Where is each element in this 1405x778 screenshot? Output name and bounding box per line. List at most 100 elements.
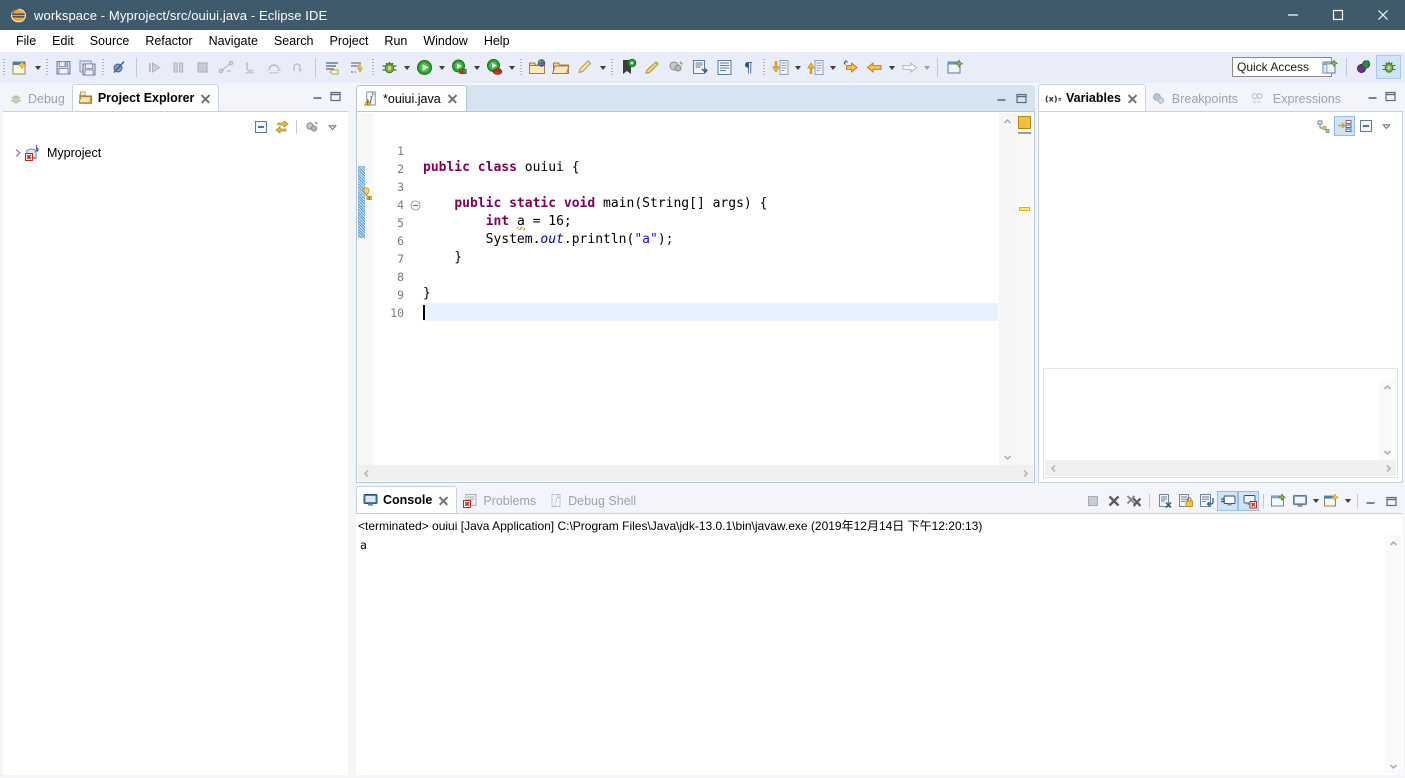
word-wrap-icon[interactable] — [1196, 491, 1217, 511]
open-console-dropdown-icon[interactable] — [1342, 490, 1353, 512]
save-icon[interactable] — [51, 56, 75, 80]
show-console-on-error-icon[interactable] — [1238, 491, 1259, 511]
warning-marker-icon[interactable] — [360, 186, 374, 200]
console-body[interactable]: <terminated> ouiui [Java Application] C:… — [356, 513, 1403, 775]
new-java-project-icon[interactable] — [525, 56, 549, 80]
editor-text-area[interactable]: public class ouiui { public static void … — [423, 113, 998, 465]
open-task-icon[interactable] — [664, 56, 688, 80]
view-menu-icon[interactable] — [1376, 116, 1397, 136]
scroll-left-icon[interactable] — [358, 465, 374, 481]
debug-dropdown-icon[interactable] — [401, 57, 412, 79]
menu-edit[interactable]: Edit — [44, 32, 82, 50]
menu-source[interactable]: Source — [82, 32, 138, 50]
sash-vertical-left[interactable] — [349, 85, 355, 775]
run-last-tool-icon[interactable] — [482, 56, 506, 80]
overview-warning-marker[interactable] — [1019, 207, 1030, 211]
maximize-view-button[interactable] — [1383, 493, 1399, 509]
forward-dropdown-icon[interactable] — [921, 57, 932, 79]
scroll-down-icon[interactable] — [1385, 758, 1402, 774]
tab-variables[interactable]: (x)= Variables — [1038, 84, 1146, 111]
tab-problems[interactable]: Problems — [457, 488, 543, 513]
show-logical-structure-icon[interactable] — [1313, 116, 1334, 136]
search-icon[interactable] — [688, 56, 712, 80]
scroll-up-icon[interactable] — [1379, 379, 1396, 395]
close-icon[interactable] — [447, 93, 458, 104]
variables-table[interactable] — [1040, 139, 1401, 387]
new-wizard-icon[interactable] — [8, 56, 32, 80]
scroll-left-icon[interactable] — [1045, 460, 1061, 476]
remove-all-terminated-icon[interactable] — [1124, 491, 1145, 511]
previous-annotation-dropdown-icon[interactable] — [827, 57, 838, 79]
scroll-up-icon[interactable] — [1385, 535, 1402, 551]
scroll-down-icon[interactable] — [999, 449, 1016, 465]
display-selected-console-icon[interactable] — [1289, 491, 1310, 511]
pin-console-icon[interactable] — [1268, 491, 1289, 511]
tab-breakpoints[interactable]: Breakpoints — [1146, 86, 1245, 111]
minimize-view-button[interactable] — [1362, 493, 1378, 509]
toggle-step-filters-icon[interactable] — [321, 56, 345, 80]
save-all-icon[interactable] — [75, 56, 99, 80]
tab-debug[interactable]: Debug — [3, 86, 72, 111]
run-icon[interactable] — [412, 56, 436, 80]
show-whitespace-icon[interactable] — [712, 56, 736, 80]
new-wizard-dropdown-icon[interactable] — [32, 57, 43, 79]
editor-body[interactable]: 1 2 3 4 5 6 7 8 9 10 public class ouiui … — [356, 111, 1035, 483]
close-icon[interactable] — [438, 495, 449, 506]
external-tools-icon[interactable] — [447, 56, 471, 80]
show-console-on-output-icon[interactable] — [1217, 491, 1238, 511]
new-annotation-dropdown-icon[interactable] — [597, 57, 608, 79]
run-last-tool-dropdown-icon[interactable] — [506, 57, 517, 79]
menu-search[interactable]: Search — [266, 32, 322, 50]
maximize-view-button[interactable] — [1382, 88, 1398, 104]
fold-collapse-icon[interactable] — [409, 196, 421, 214]
new-window-icon[interactable] — [943, 56, 967, 80]
new-annotation-icon[interactable] — [573, 56, 597, 80]
menu-help[interactable]: Help — [476, 32, 518, 50]
show-detail-pane-icon[interactable] — [1355, 116, 1376, 136]
link-with-editor-icon[interactable] — [271, 117, 292, 137]
clear-console-icon[interactable] — [1154, 491, 1175, 511]
remove-launch-icon[interactable] — [1103, 491, 1124, 511]
maximize-editor-button[interactable] — [1013, 90, 1029, 106]
menu-project[interactable]: Project — [322, 32, 377, 50]
editor-annotation-ruler[interactable] — [358, 113, 375, 465]
previous-annotation-icon[interactable] — [803, 56, 827, 80]
tab-console[interactable]: Console — [356, 486, 458, 513]
console-output[interactable]: a — [360, 538, 1379, 552]
view-menu-icon[interactable] — [322, 117, 343, 137]
collapse-all-icon[interactable] — [1334, 116, 1355, 136]
run-dropdown-icon[interactable] — [436, 57, 447, 79]
tab-debug-shell[interactable]: J Debug Shell — [543, 488, 643, 513]
chevron-right-icon[interactable] — [11, 146, 25, 160]
overview-status-warning-icon[interactable] — [1018, 116, 1031, 129]
scroll-up-icon[interactable] — [999, 113, 1016, 129]
tree-item-myproject[interactable]: J Myproject — [3, 142, 348, 164]
perspective-java-button[interactable] — [1351, 55, 1376, 79]
display-selected-console-dropdown-icon[interactable] — [1310, 490, 1321, 512]
collapse-all-icon[interactable] — [250, 117, 271, 137]
scroll-lock-icon[interactable] — [1175, 491, 1196, 511]
minimize-editor-button[interactable] — [993, 90, 1009, 106]
debug-icon[interactable] — [377, 56, 401, 80]
menu-run[interactable]: Run — [376, 32, 415, 50]
minimize-button[interactable] — [1270, 0, 1315, 30]
skip-all-breakpoints-icon[interactable] — [107, 56, 131, 80]
drop-to-frame-icon[interactable] — [345, 56, 369, 80]
close-icon[interactable] — [1127, 93, 1138, 104]
variables-detail-pane[interactable] — [1043, 368, 1398, 478]
scroll-down-icon[interactable] — [1379, 444, 1396, 460]
editor-horizontal-scrollbar[interactable] — [358, 465, 1033, 481]
console-vertical-scrollbar[interactable] — [1385, 535, 1402, 774]
maximize-view-button[interactable] — [327, 88, 343, 104]
next-annotation-dropdown-icon[interactable] — [792, 57, 803, 79]
back-icon[interactable] — [862, 56, 886, 80]
tab-expressions[interactable]: x= Expressions — [1245, 86, 1348, 111]
toggle-ant-icon[interactable] — [640, 56, 664, 80]
close-icon[interactable] — [200, 93, 211, 104]
toggle-mark-occurrences-icon[interactable] — [616, 56, 640, 80]
menu-file[interactable]: File — [8, 32, 44, 50]
tab-ouiui-java[interactable]: J *ouiui.java — [356, 85, 467, 111]
project-tree[interactable]: J Myproject — [3, 142, 348, 775]
minimize-view-button[interactable] — [309, 88, 325, 104]
scroll-right-icon[interactable] — [1380, 460, 1396, 476]
